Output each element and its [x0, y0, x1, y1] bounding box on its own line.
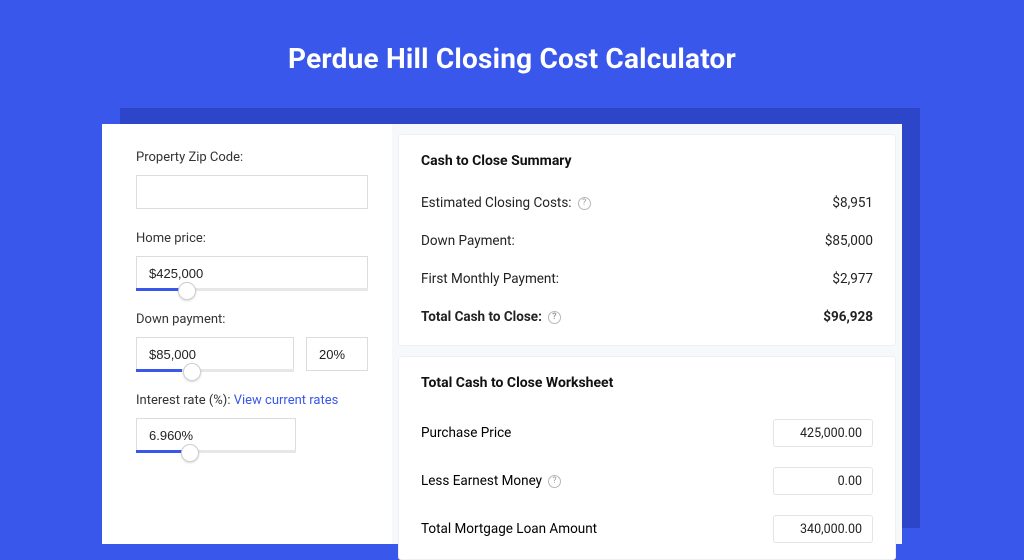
summary-heading: Cash to Close Summary: [421, 153, 873, 169]
help-icon[interactable]: ?: [548, 311, 561, 324]
summary-row: Estimated Closing Costs: ? $8,951: [421, 187, 873, 225]
down-payment-slider[interactable]: [136, 337, 368, 371]
worksheet-row-label: Total Mortgage Loan Amount: [421, 521, 597, 537]
zip-input[interactable]: [136, 175, 368, 209]
worksheet-panel: Total Cash to Close Worksheet Purchase P…: [398, 356, 896, 560]
worksheet-row-value[interactable]: 340,000.00: [773, 515, 873, 543]
down-payment-pct-input[interactable]: [306, 337, 368, 371]
slider-thumb[interactable]: [183, 363, 201, 381]
summary-row-value: $85,000: [825, 233, 873, 249]
down-payment-field: Down payment:: [136, 312, 368, 371]
worksheet-row-value[interactable]: 0.00: [773, 467, 873, 495]
interest-rate-input[interactable]: [136, 418, 296, 452]
results-column: Cash to Close Summary Estimated Closing …: [392, 124, 902, 544]
zip-field: Property Zip Code:: [136, 150, 368, 209]
home-price-field: Home price:: [136, 231, 368, 290]
home-price-label: Home price:: [136, 231, 368, 246]
summary-row-label: Down Payment:: [421, 233, 515, 249]
interest-rate-label: Interest rate (%):: [136, 393, 234, 408]
summary-row-value: $8,951: [832, 195, 873, 211]
interest-rate-slider[interactable]: [136, 418, 296, 452]
summary-row: Down Payment: $85,000: [421, 225, 873, 263]
summary-total-value: $96,928: [823, 309, 873, 325]
worksheet-row-label: Purchase Price: [421, 425, 511, 441]
summary-total-row: Total Cash to Close: ? $96,928: [421, 301, 873, 339]
worksheet-row: Purchase Price 425,000.00: [421, 409, 873, 457]
view-rates-link[interactable]: View current rates: [234, 393, 339, 408]
zip-label: Property Zip Code:: [136, 150, 368, 165]
worksheet-row-label: Less Earnest Money: [421, 473, 542, 489]
help-icon[interactable]: ?: [548, 475, 561, 488]
slider-thumb[interactable]: [178, 282, 196, 300]
slider-fill: [136, 369, 182, 372]
summary-total-label: Total Cash to Close:: [421, 309, 542, 325]
summary-row-label: Estimated Closing Costs:: [421, 195, 572, 211]
help-icon[interactable]: ?: [578, 197, 591, 210]
form-column: Property Zip Code: Home price: Down paym…: [102, 124, 392, 544]
summary-row-value: $2,977: [832, 271, 873, 287]
down-payment-input[interactable]: [136, 337, 294, 371]
summary-panel: Cash to Close Summary Estimated Closing …: [398, 134, 896, 346]
home-price-input[interactable]: [136, 256, 368, 290]
summary-row: First Monthly Payment: $2,977: [421, 263, 873, 301]
worksheet-row-value[interactable]: 425,000.00: [773, 419, 873, 447]
summary-row-label: First Monthly Payment:: [421, 271, 559, 287]
interest-rate-field: Interest rate (%): View current rates: [136, 393, 368, 452]
worksheet-row: Total Mortgage Loan Amount 340,000.00: [421, 505, 873, 553]
page-title: Perdue Hill Closing Cost Calculator: [0, 0, 1024, 103]
slider-thumb[interactable]: [181, 444, 199, 462]
home-price-slider[interactable]: [136, 256, 368, 290]
worksheet-heading: Total Cash to Close Worksheet: [421, 375, 873, 391]
worksheet-row: Less Earnest Money ? 0.00: [421, 457, 873, 505]
down-payment-label: Down payment:: [136, 312, 368, 327]
calculator-card: Property Zip Code: Home price: Down paym…: [102, 124, 902, 544]
